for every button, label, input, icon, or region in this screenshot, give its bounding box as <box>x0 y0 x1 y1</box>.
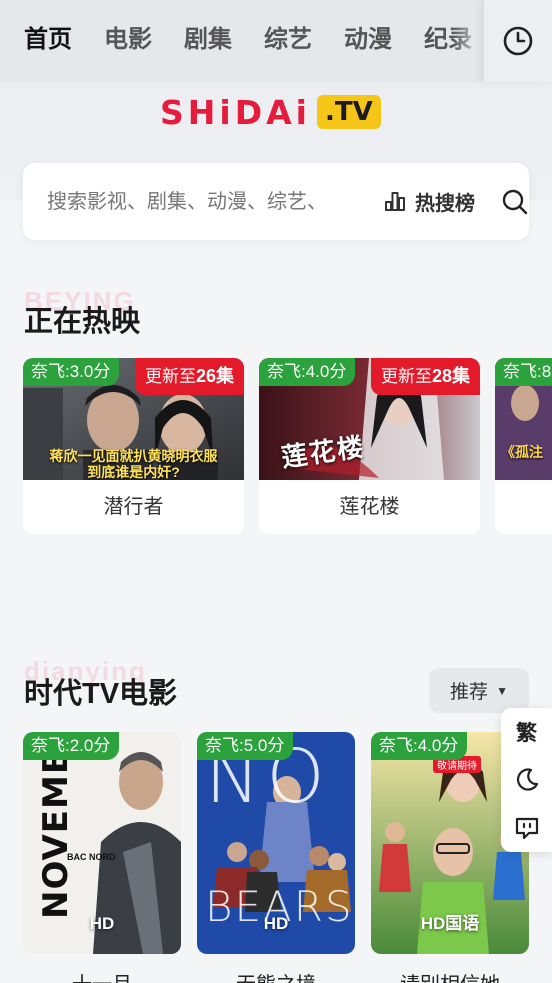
bar-chart-icon <box>385 192 405 211</box>
movie-poster: NOVEMBRE BAC NORD HD <box>23 732 181 954</box>
now-showing-title: 正在热映 <box>24 306 141 338</box>
traditional-chinese-toggle[interactable]: 繁 <box>501 708 552 756</box>
drama-title: 潜行者 <box>103 496 164 518</box>
movie-poster: NO BEARS HD <box>197 732 355 954</box>
update-count: 28集 <box>431 366 470 386</box>
update-badge: 更新至28集 <box>370 358 480 395</box>
tab-series[interactable]: 剧集 <box>184 22 232 58</box>
feedback-button[interactable] <box>501 804 552 852</box>
search-bar: 热搜榜 <box>23 163 529 240</box>
poster-caption: 《孤注 <box>501 444 543 460</box>
movie-list: NOVEMBRE BAC NORD HD 奈飞:2.0分 十一月 NO BEAR… <box>23 732 552 983</box>
top-nav: 首页 电影 剧集 综艺 动漫 纪录 <box>0 0 552 82</box>
message-icon <box>515 817 538 840</box>
movie-title: 请别相信她 <box>371 968 529 983</box>
drama-card[interactable]: 蒋欣一见面就扒黄晓明衣服 到底谁是内奸? 奈飞:3.0分 更新至26集 潜行者 <box>23 358 244 534</box>
floating-toolbar: 繁 <box>501 708 552 852</box>
score-badge: 奈飞:4.0分 <box>371 732 468 760</box>
hot-search-button[interactable]: 热搜榜 <box>383 187 475 215</box>
update-count: 26集 <box>195 366 234 386</box>
search-input[interactable] <box>47 187 367 217</box>
sort-dropdown[interactable]: 推荐 ▼ <box>429 668 529 713</box>
movie-title: 十一月 <box>23 968 181 983</box>
sort-label: 推荐 <box>450 682 489 703</box>
quality-badge: HD <box>263 914 289 933</box>
history-button[interactable] <box>484 0 552 82</box>
movie-card[interactable]: NOVEMBRE BAC NORD HD 奈飞:2.0分 十一月 <box>23 732 181 983</box>
traditional-label: 繁 <box>516 722 537 745</box>
site-logo[interactable]: SHiDAi .TV <box>160 92 381 132</box>
update-label: 更新至 <box>380 367 432 386</box>
score-badge: 奈飞:5.0分 <box>197 732 294 760</box>
movies-section-title: 时代TV电影 <box>24 678 178 710</box>
score-badge: 奈飞:3.0分 <box>23 358 120 386</box>
drama-title: 莲花楼 <box>339 496 400 518</box>
dark-mode-toggle[interactable] <box>501 756 552 804</box>
poster-caption-line1: 蒋欣一见面就扒黄晓明衣服 <box>49 448 218 464</box>
drama-card[interactable]: 《孤注 奈飞:8 <box>495 358 552 534</box>
nav-scroll-fade <box>452 0 484 82</box>
poster-caption-line2: 到底谁是内奸? <box>87 464 180 480</box>
now-showing-list: 蒋欣一见面就扒黄晓明衣服 到底谁是内奸? 奈飞:3.0分 更新至26集 潜行者 <box>23 358 552 534</box>
poster-caption: 蒋欣一见面就扒黄晓明衣服 到底谁是内奸? <box>23 448 244 480</box>
score-badge: 奈飞:2.0分 <box>23 732 120 760</box>
update-label: 更新至 <box>144 367 196 386</box>
poster-subtext: BAC NORD <box>67 852 116 862</box>
score-badge: 奈飞:4.0分 <box>259 358 356 386</box>
drama-title <box>495 480 552 534</box>
tab-anime[interactable]: 动漫 <box>344 22 392 58</box>
nav-tabs: 首页 电影 剧集 综艺 动漫 纪录 <box>24 22 504 58</box>
movie-card[interactable]: NO BEARS HD 奈飞:5.0分 无熊之境 <box>197 732 355 983</box>
tab-home[interactable]: 首页 <box>24 22 72 58</box>
hot-search-label: 热搜榜 <box>415 192 475 215</box>
moon-icon <box>516 768 538 791</box>
update-badge: 更新至26集 <box>134 358 244 395</box>
logo-badge: .TV <box>316 95 381 129</box>
quality-badge: HD国语 <box>420 914 480 933</box>
movie-title: 无熊之境 <box>197 968 355 983</box>
clock-icon <box>503 26 533 56</box>
caret-down-icon: ▼ <box>496 683 508 698</box>
drama-card[interactable]: 莲花楼 奈飞:4.0分 更新至28集 莲花楼 <box>259 358 480 534</box>
search-button[interactable] <box>501 188 529 221</box>
quality-badge: HD <box>89 914 115 933</box>
tab-variety[interactable]: 综艺 <box>264 22 312 58</box>
score-badge: 奈飞:8 <box>495 358 552 386</box>
tab-movies[interactable]: 电影 <box>104 22 152 58</box>
poster-title-art: NOVEMBRE <box>36 732 76 919</box>
search-icon <box>502 189 528 215</box>
logo-text: SHiDAi <box>160 92 311 132</box>
